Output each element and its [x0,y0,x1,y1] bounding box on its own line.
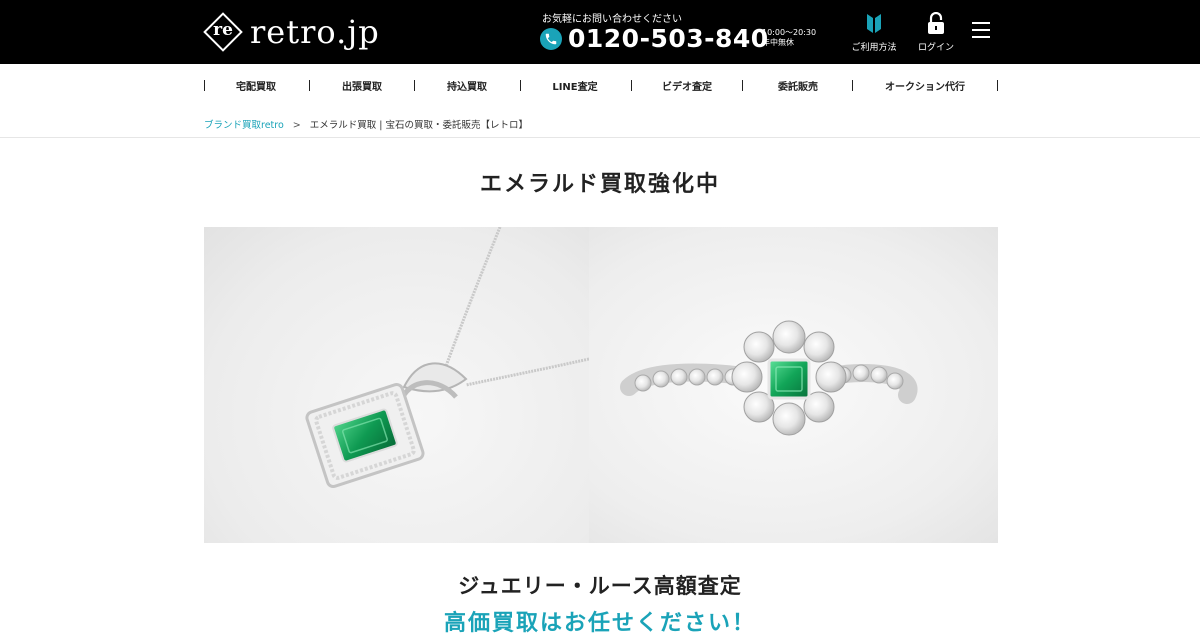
logo-mark: re [203,12,243,52]
nav-separator [631,80,632,91]
phone-icon [540,28,562,50]
guide-label: ご利用方法 [851,43,897,53]
hero-images [204,227,998,543]
nav-item-shutcho[interactable]: 出張買取 [326,78,398,94]
nav-separator [997,80,998,91]
nav-separator [309,80,310,91]
nav-item-itaku[interactable]: 委託販売 [758,78,838,94]
breadcrumb: ブランド買取retro > エメラルド買取 | 宝石の買取・委託販売【レトロ】 [204,117,528,131]
logo-mark-text: re [213,20,233,40]
site-header: re retro.jp お気軽にお問い合わせください 0120-503-840 … [0,0,1200,64]
nav-separator [520,80,521,91]
book-icon [867,14,881,33]
nav-separator [414,80,415,91]
emerald-ring-image [589,227,998,543]
page-title: エメラルド買取強化中 [479,172,720,197]
breadcrumb-separator: > [292,120,301,131]
emerald-pendant-image [204,227,589,543]
nav-item-mochikomi[interactable]: 持込買取 [431,78,503,94]
breadcrumb-home-link[interactable]: ブランド買取retro [204,120,284,131]
logo-text: retro.jp [250,13,380,51]
site-logo[interactable]: re retro.jp [203,12,380,52]
login-label: ログイン [917,43,954,53]
business-hours: 10:00〜20:30 年中無休 [762,28,816,48]
nav-item-takuhai[interactable]: 宅配買取 [220,78,292,94]
nav-item-auction[interactable]: オークション代行 [869,78,981,94]
login-button[interactable]: ログイン [908,12,964,54]
nav-item-line[interactable]: LINE査定 [536,78,614,94]
hours-time: 10:00〜20:30 [762,28,817,37]
nav-separator [742,80,743,91]
contact-caption: お気軽にお問い合わせください [542,14,682,25]
nav-item-video[interactable]: ビデオ査定 [647,78,727,94]
hours-days: 年中無休 [762,38,794,47]
guide-button[interactable]: ご利用方法 [846,12,902,54]
phone-number[interactable]: 0120-503-840 [568,24,769,53]
sub-heading: ジュエリー・ルース高額査定 [458,574,742,598]
breadcrumb-current: エメラルド買取 | 宝石の買取・委託販売【レトロ】 [309,120,528,131]
sub-heading-accent: 高価買取はお任せください！ [443,611,756,636]
contact-block[interactable]: お気軽にお問い合わせください 0120-503-840 10:00〜20:30 … [540,10,830,56]
lock-icon [928,12,944,34]
divider [0,137,1200,138]
nav-separator [852,80,853,91]
nav-separator [204,80,205,91]
main-nav: 宅配買取 出張買取 持込買取 LINE査定 ビデオ査定 委託販売 オークション代… [0,64,1200,108]
hamburger-menu-icon[interactable] [972,22,992,40]
